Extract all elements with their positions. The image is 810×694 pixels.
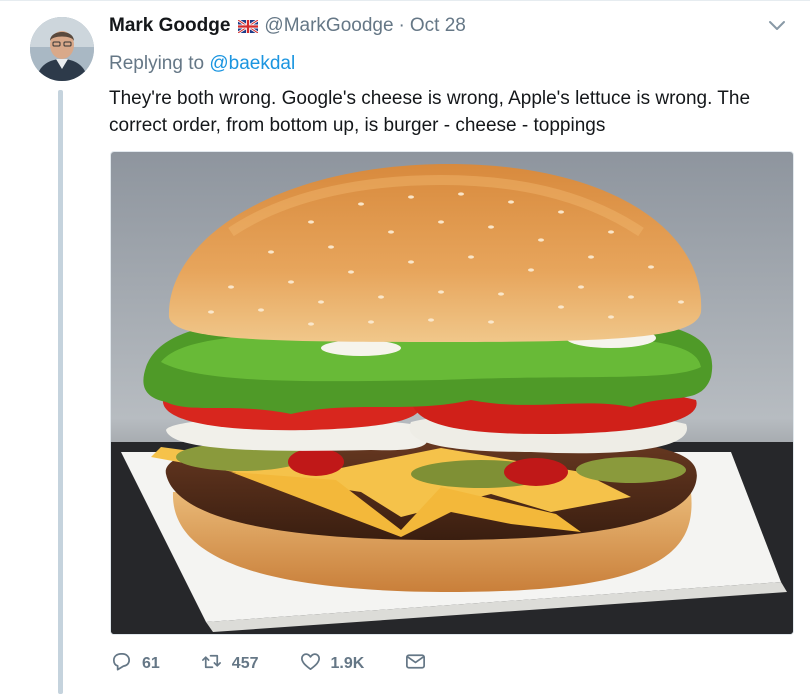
tweet-actions: 61 457 1.9K xyxy=(110,650,467,678)
reply-count: 61 xyxy=(142,655,160,672)
retweet-button[interactable]: 457 xyxy=(200,650,259,678)
tweet-header: Mark Goodge @MarkGoodge · Oct 28 xyxy=(109,15,466,37)
replying-prefix: Replying to xyxy=(109,53,205,74)
tweet-image-burger[interactable] xyxy=(110,151,794,635)
tweet-date[interactable]: Oct 28 xyxy=(410,15,466,37)
uk-flag-icon xyxy=(237,18,260,34)
retweet-count: 457 xyxy=(231,655,259,672)
chevron-down-icon[interactable] xyxy=(765,16,789,36)
heart-icon xyxy=(299,650,322,678)
replying-to: Replying to @baekdal xyxy=(109,53,295,75)
tweet-text: They're both wrong. Google's cheese is w… xyxy=(109,88,751,136)
envelope-icon xyxy=(404,650,427,678)
reply-icon xyxy=(110,650,133,678)
author-handle[interactable]: @MarkGoodge xyxy=(264,15,393,37)
avatar[interactable] xyxy=(30,17,94,81)
direct-message-button[interactable] xyxy=(404,650,427,678)
like-button[interactable]: 1.9K xyxy=(299,650,365,678)
reply-button[interactable]: 61 xyxy=(110,650,160,678)
author-name[interactable]: Mark Goodge xyxy=(109,15,230,37)
thread-line xyxy=(58,90,63,694)
separator-dot: · xyxy=(398,15,405,36)
replying-mention[interactable]: @baekdal xyxy=(209,53,295,74)
retweet-icon xyxy=(200,650,223,678)
like-count: 1.9K xyxy=(330,655,365,672)
top-divider xyxy=(0,0,810,1)
